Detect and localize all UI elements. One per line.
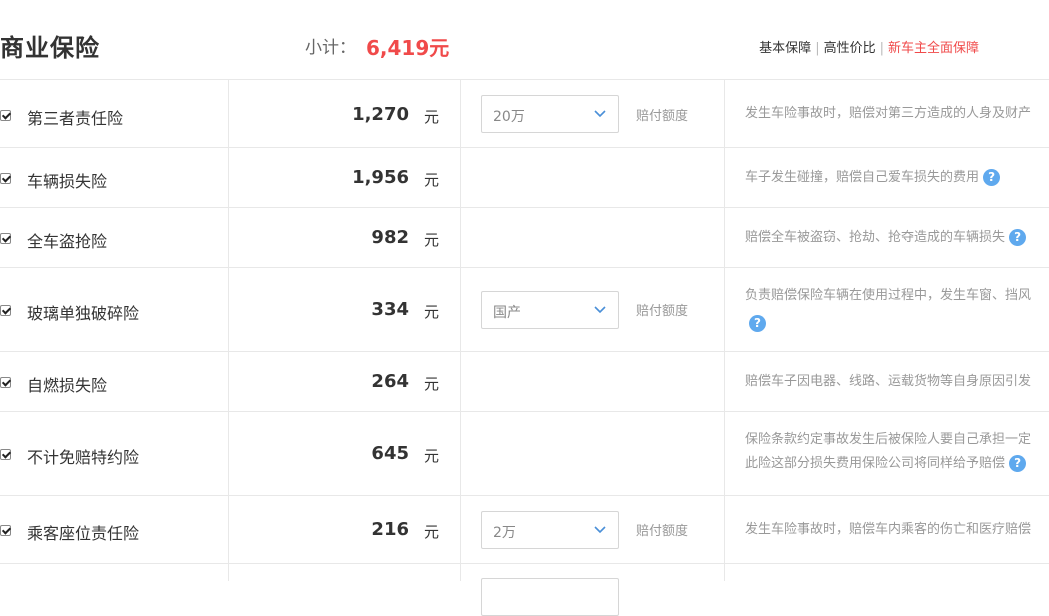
description-text: 保险条款约定事故发生后被保险人要自己承担一定 xyxy=(745,432,1032,447)
page-title: 商业保险 xyxy=(0,34,100,62)
coverage-select[interactable]: 国产 xyxy=(481,291,619,329)
description-text: 车子发生碰撞，赔偿自己爱车损失的费用 xyxy=(745,170,980,185)
help-icon[interactable]: ? xyxy=(1009,229,1027,246)
insurance-name: 自燃损失险 xyxy=(27,376,108,395)
chevron-down-icon xyxy=(594,526,606,534)
plan-new-owner-full[interactable]: 新车主全面保障 xyxy=(888,41,979,56)
price-unit: 元 xyxy=(424,303,440,321)
table-row xyxy=(0,563,1049,616)
help-icon[interactable]: ? xyxy=(983,169,1001,186)
table-row: 全车盗抢险 982 元 赔偿全车被盗窃、抢劫、抢夺造成的车辆损失 ? xyxy=(0,207,1049,268)
description-text: 赔偿车子因电器、线路、运载货物等自身原因引发 xyxy=(745,374,1032,389)
row-checkbox[interactable] xyxy=(0,377,11,388)
plan-value[interactable]: 高性价比 xyxy=(824,41,876,56)
subtotal-amount: 6,419元 xyxy=(366,36,450,60)
coverage-label: 赔付额度 xyxy=(636,109,689,124)
coverage-select[interactable]: 20万 xyxy=(481,95,619,133)
price-unit: 元 xyxy=(424,231,440,249)
plan-basic[interactable]: 基本保障 xyxy=(759,41,811,56)
insurance-description: 发生车险事故时，赔偿对第三方造成的人身及财产 xyxy=(745,102,1049,126)
insurance-description: 赔偿车子因电器、线路、运载货物等自身原因引发 xyxy=(745,370,1049,394)
insurance-description: 车子发生碰撞，赔偿自己爱车损失的费用 ? xyxy=(745,166,1049,190)
insurance-description: 赔偿全车被盗窃、抢劫、抢夺造成的车辆损失 ? xyxy=(745,226,1049,250)
table-row: 玻璃单独破碎险 334 元 国产 赔付额度 负责赔偿保险车辆在使用过程中，发生车… xyxy=(0,267,1049,352)
description-text: 此险这部分损失费用保险公司将同样给予赔偿 xyxy=(745,456,1006,471)
insurance-name: 车辆损失险 xyxy=(27,172,108,191)
description-text: 发生车险事故时，赔偿车内乘客的伤亡和医疗赔偿 xyxy=(745,522,1032,537)
description-text: 赔偿全车被盗窃、抢劫、抢夺造成的车辆损失 xyxy=(745,230,1006,245)
chevron-down-icon xyxy=(594,110,606,118)
insurance-name: 第三者责任险 xyxy=(27,109,124,128)
table-row: 不计免赔特约险 645 元 保险条款约定事故发生后被保险人要自己承担一定 此险这… xyxy=(0,411,1049,496)
insurance-price: 1,956 xyxy=(352,167,409,188)
price-unit: 元 xyxy=(424,523,440,541)
description-text: 负责赔偿保险车辆在使用过程中，发生车窗、挡风 xyxy=(745,288,1032,303)
row-checkbox[interactable] xyxy=(0,173,11,184)
table-row: 第三者责任险 1,270 元 20万 赔付额度 发生车险事故时，赔偿对第三方造成… xyxy=(0,79,1049,148)
insurance-price: 982 xyxy=(371,227,409,248)
price-unit: 元 xyxy=(424,171,440,189)
row-checkbox[interactable] xyxy=(0,449,11,460)
row-checkbox[interactable] xyxy=(0,525,11,536)
insurance-name: 玻璃单独破碎险 xyxy=(27,304,140,323)
insurance-name: 不计免赔特约险 xyxy=(27,448,140,467)
section-header: 商业保险 小计： 6,419元 基本保障 | 高性价比 | 新车主全面保障 xyxy=(0,0,1049,80)
table-row: 自燃损失险 264 元 赔偿车子因电器、线路、运载货物等自身原因引发 xyxy=(0,351,1049,412)
subtotal-label: 小计： xyxy=(305,38,356,58)
insurance-description: 发生车险事故时，赔偿车内乘客的伤亡和医疗赔偿 xyxy=(745,518,1049,542)
coverage-select[interactable]: 2万 xyxy=(481,511,619,549)
price-unit: 元 xyxy=(424,375,440,393)
coverage-label: 赔付额度 xyxy=(636,304,689,319)
insurance-price: 334 xyxy=(371,299,409,320)
price-unit: 元 xyxy=(424,447,440,465)
row-checkbox[interactable] xyxy=(0,110,11,121)
insurance-price: 1,270 xyxy=(352,104,409,125)
coverage-select-value: 20万 xyxy=(493,109,525,125)
row-checkbox[interactable] xyxy=(0,233,11,244)
coverage-select[interactable] xyxy=(481,578,619,616)
table-row: 乘客座位责任险 216 元 2万 赔付额度 发生车险事故时，赔偿车内乘客的伤亡和… xyxy=(0,495,1049,564)
chevron-down-icon xyxy=(594,306,606,314)
plan-divider: | xyxy=(879,41,884,56)
plan-divider: | xyxy=(815,41,820,56)
plan-switcher: 基本保障 | 高性价比 | 新车主全面保障 xyxy=(759,37,979,56)
price-unit: 元 xyxy=(424,108,440,126)
insurance-description: 保险条款约定事故发生后被保险人要自己承担一定 此险这部分损失费用保险公司将同样给… xyxy=(745,428,1049,476)
coverage-label: 赔付额度 xyxy=(636,524,689,539)
insurance-price: 645 xyxy=(371,443,409,464)
help-icon[interactable]: ? xyxy=(749,315,766,332)
insurance-description: 负责赔偿保险车辆在使用过程中，发生车窗、挡风 xyxy=(745,284,1049,308)
insurance-price: 216 xyxy=(371,519,409,540)
table-row: 车辆损失险 1,956 元 车子发生碰撞，赔偿自己爱车损失的费用 ? xyxy=(0,147,1049,208)
description-text: 发生车险事故时，赔偿对第三方造成的人身及财产 xyxy=(745,106,1032,121)
insurance-name: 全车盗抢险 xyxy=(27,232,108,251)
coverage-select-value: 2万 xyxy=(493,525,516,541)
help-icon[interactable]: ? xyxy=(1009,455,1027,472)
coverage-select-value: 国产 xyxy=(493,305,521,321)
insurance-price: 264 xyxy=(371,371,409,392)
row-checkbox[interactable] xyxy=(0,305,11,316)
insurance-name: 乘客座位责任险 xyxy=(27,524,140,543)
